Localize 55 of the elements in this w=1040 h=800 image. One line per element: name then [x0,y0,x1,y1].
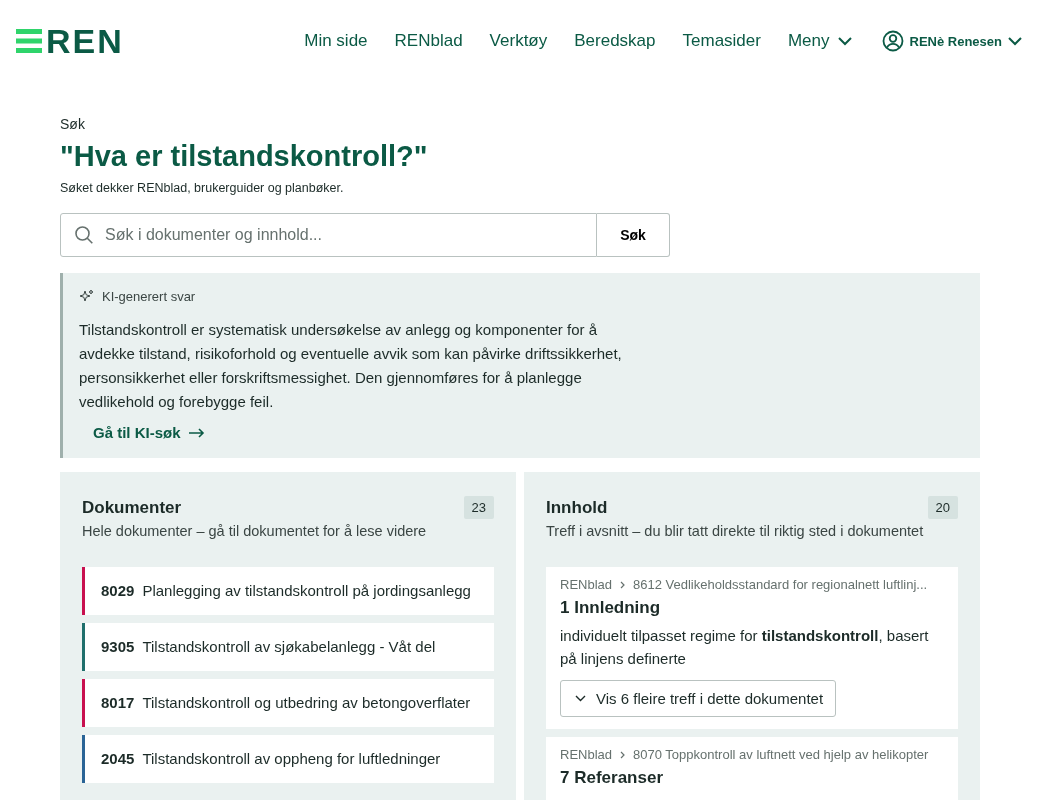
document-item[interactable]: 8029 Planlegging av tilstandskontroll på jordingsanlegg [82,567,494,615]
nav-link[interactable]: Min side [304,31,368,51]
logo[interactable]: REN [16,21,124,61]
count-badge: 23 [463,496,494,519]
count-badge: 20 [927,496,958,519]
chevron-down-icon [575,695,586,702]
result-section-title: 7 Referanser [560,768,664,788]
ai-label: KI-generert svar [102,289,196,304]
nav-link[interactable]: Meny [787,31,852,51]
document-number: 8029 [101,581,135,601]
panel-title: Innhold [546,498,608,518]
ai-search-link[interactable]: Gå til KI-søk [93,424,205,441]
panel-subtitle: Hele dokumenter – gå til dokumentet for å lese videre [82,523,428,539]
result-source: RENblad [560,747,613,762]
chevron-down-icon [837,36,852,46]
stripes-icon [16,29,42,53]
breadcrumb: Søk [60,116,86,132]
nav-link[interactable]: Verktøy [489,31,548,51]
user-icon[interactable] [881,30,904,52]
document-title: Tilstandskontroll av oppheng for luftledninger [142,749,441,769]
result-card[interactable]: RENblad 8612 Vedlikeholdsstandard for regionalnett luftlinj... 1 Innledning individuelt tilpasset regime for tilstandskontroll, basert på linjens definerte Vis 6 fleire treff i dette dokumentet [546,567,958,729]
document-number: 2045 [101,749,135,769]
page-title: "Hva er tilstandskontroll?" [60,140,429,173]
document-title: Tilstandskontroll og utbedring av betongoverflater [142,693,471,713]
ai-answer-text: Tilstandskontroll er systematisk undersøkelse av anlegg og komponenter for å avdekke tilstand, risikoforhold og eventuelle avvik som kan påvirke driftssikkerhet, personsikkerhet eller forskriftsmessighet. Den gjennomføres for å planlegge vedlikehold og forebygge feil. [79,320,623,412]
document-number: 9305 [101,637,135,657]
result-document: 8070 Toppkontroll av luftnett ved hjelp av helikopter [633,747,929,762]
panel-subtitle: Treff i avsnitt – du blir tatt direkte til riktig sted i dokumentet [546,523,925,539]
chevron-down-icon [1008,36,1022,46]
document-item[interactable]: 9305 Tilstandskontroll av sjøkabelanlegg - Våt del [82,623,494,671]
search-icon [74,225,94,245]
sparkle-icon [79,289,94,304]
arrow-right-icon [188,427,205,438]
document-title: Tilstandskontroll av sjøkabelanlegg - Våt del [142,637,436,657]
document-number: 8017 [101,693,135,713]
search-button[interactable]: Søk [597,213,670,257]
result-document: 8612 Vedlikeholdsstandard for regionalnett luftlinj... [633,577,928,592]
result-section-title: 1 Innledning [560,598,662,618]
result-source: RENblad [560,577,613,592]
document-item[interactable]: 8017 Tilstandskontroll og utbedring av betongoverflater [82,679,494,727]
nav-link[interactable]: Temasider [682,31,761,51]
logo-text: REN [46,21,124,61]
nav-link[interactable]: Beredskap [574,31,656,51]
document-item[interactable]: 2045 Tilstandskontroll av oppheng for luftledninger [82,735,494,783]
document-title: Planlegging av tilstandskontroll på jordingsanlegg [142,581,471,601]
search-field[interactable]: Søk i dokumenter og innhold... [60,213,597,257]
show-more-button[interactable]: Vis 6 fleire treff i dette dokumentet [560,680,837,717]
chevron-right-icon [620,580,626,589]
user-name[interactable]: RENè Renesen [909,33,1002,49]
nav-link[interactable]: RENblad [394,31,463,51]
search-scope-text: Søket dekker RENblad, brukerguider og planbøker. [60,181,345,195]
chevron-right-icon [620,750,626,759]
result-card[interactable]: RENblad 8070 Toppkontroll av luftnett ved hjelp av helikopter 7 Referanser [546,737,958,800]
result-snippet: individuelt tilpasset regime for tilstandskontroll, basert på linjens definerte [560,626,930,669]
panel-title: Dokumenter [82,498,182,518]
